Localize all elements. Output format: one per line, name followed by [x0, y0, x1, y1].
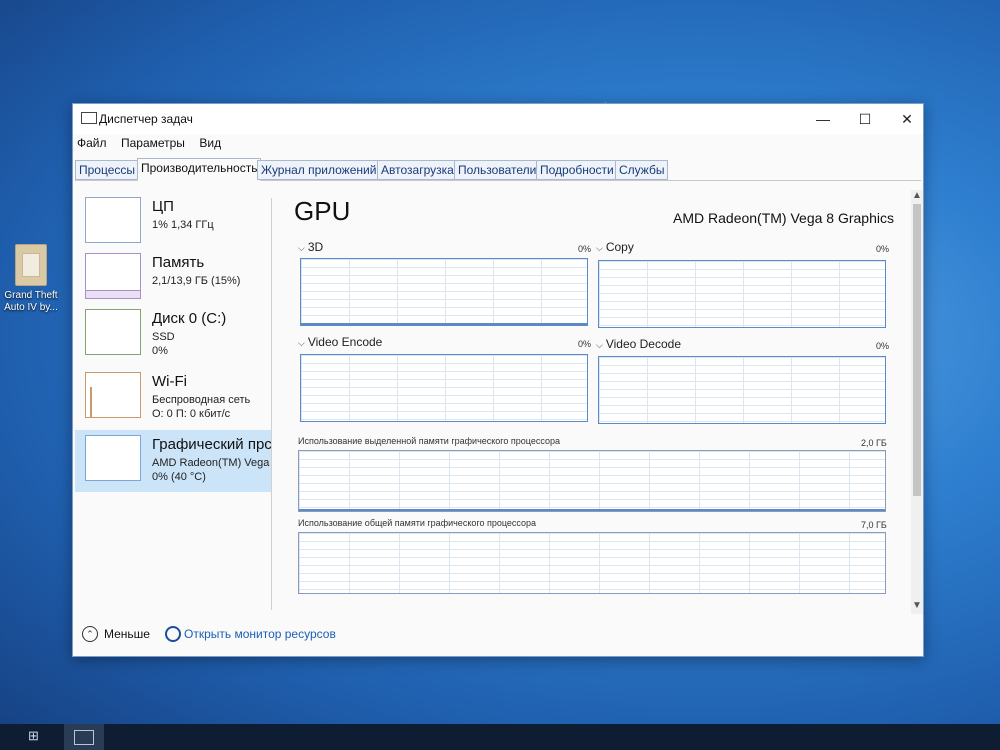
sidebar-item-detail: 1% 1,34 ГГц [152, 219, 214, 231]
chevron-down-icon: ⌵ [298, 243, 305, 253]
sidebar-item-label: Память [152, 254, 205, 271]
engine-selector-copy[interactable]: ⌵ Copy [596, 240, 634, 254]
chevron-down-icon: ⌵ [596, 340, 603, 350]
chevron-up-icon[interactable]: ⌃ [82, 626, 98, 642]
memory-mini-graph [85, 253, 141, 299]
graph-3d [300, 258, 588, 326]
sidebar-item-value: О: 0 П: 0 кбит/с [152, 408, 231, 420]
engine-value: 0% [578, 244, 592, 254]
sidebar-item-memory[interactable]: Память 2,1/13,9 ГБ (15%) [75, 248, 271, 310]
shared-memory-max: 7,0 ГБ [861, 520, 887, 530]
menu-file[interactable]: Файл [77, 134, 107, 152]
graph-video-decode [598, 356, 886, 424]
sidebar-item-value: 0% (40 °C) [152, 471, 206, 483]
graph-shared-memory [298, 532, 886, 594]
engine-label: Copy [605, 240, 634, 254]
sidebar-item-cpu[interactable]: ЦП 1% 1,34 ГГц [75, 192, 271, 254]
task-manager-window: Диспетчер задач — ☐ ✕ Файл Параметры Вид… [72, 103, 924, 657]
footer-bar: ⌃ Меньше Открыть монитор ресурсов [73, 616, 923, 654]
resource-list: ЦП 1% 1,34 ГГц Память 2,1/13,9 ГБ (15%) … [75, 192, 272, 612]
engine-label: Video Encode [307, 335, 383, 349]
sidebar-item-value: 0% [152, 345, 168, 357]
engine-selector-video-encode[interactable]: ⌵ Video Encode [298, 335, 382, 349]
engine-label: 3D [307, 240, 324, 254]
scroll-up-icon[interactable]: ▲ [912, 190, 922, 202]
tab-details[interactable]: Подробности [536, 160, 618, 180]
dedicated-memory-label: Использование выделенной памяти графичес… [298, 436, 560, 446]
task-view-icon[interactable]: ⊞ [28, 728, 39, 746]
page-title: GPU [294, 196, 351, 226]
shared-memory-label: Использование общей памяти графического … [298, 518, 537, 528]
gpu-model-name: AMD Radeon(TM) Vega 8 Graphics [673, 210, 894, 226]
scroll-down-icon[interactable]: ▼ [912, 600, 922, 612]
folder-icon [15, 244, 47, 286]
menu-view[interactable]: Вид [199, 134, 221, 152]
sidebar-item-detail: 2,1/13,9 ГБ (15%) [152, 275, 241, 287]
graph-dedicated-memory [298, 450, 886, 512]
desktop-icon-label: Grand Theft Auto IV by... [4, 290, 58, 313]
graph-baseline [299, 509, 885, 511]
sidebar-item-disk[interactable]: Диск 0 (C:) SSD 0% [75, 304, 271, 366]
sidebar-item-detail: AMD Radeon(TM) Vega [152, 457, 270, 469]
engine-selector-video-decode[interactable]: ⌵ Video Decode [596, 337, 681, 351]
engine-value: 0% [578, 339, 592, 349]
disk-mini-graph [85, 309, 141, 355]
graph-video-encode [300, 354, 588, 422]
sidebar-item-label: Диск 0 (C:) [152, 310, 227, 327]
tab-startup[interactable]: Автозагрузка [377, 160, 458, 180]
window-title: Диспетчер задач [99, 112, 193, 126]
menu-options[interactable]: Параметры [121, 134, 185, 152]
sidebar-item-label: ЦП [152, 198, 174, 215]
cpu-mini-graph [85, 197, 141, 243]
maximize-button[interactable]: ☐ [845, 108, 885, 130]
engine-value: 0% [876, 244, 890, 254]
close-button[interactable]: ✕ [887, 108, 927, 130]
tab-processes[interactable]: Процессы [75, 160, 140, 180]
gpu-mini-graph [85, 435, 141, 481]
taskbar-app-task-manager[interactable] [64, 724, 104, 750]
chevron-down-icon: ⌵ [298, 338, 305, 348]
minimize-button[interactable]: — [803, 108, 843, 130]
graph-copy [598, 260, 886, 328]
wifi-mini-graph [85, 372, 141, 418]
tab-users[interactable]: Пользователи [454, 160, 541, 180]
tab-services[interactable]: Службы [615, 160, 669, 180]
task-manager-icon [74, 730, 94, 745]
chevron-down-icon: ⌵ [596, 243, 603, 253]
sidebar-item-gpu[interactable]: Графический прс AMD Radeon(TM) Vega 0% (… [75, 430, 272, 492]
gpu-panel: GPU AMD Radeon(TM) Vega 8 Graphics ⌵ 3D 0… [288, 192, 910, 612]
sidebar-item-detail: SSD [152, 331, 175, 343]
engine-value: 0% [876, 341, 890, 351]
open-resource-monitor-link[interactable]: Открыть монитор ресурсов [184, 627, 336, 641]
title-bar[interactable]: Диспетчер задач — ☐ ✕ [73, 104, 923, 134]
menu-bar: Файл Параметры Вид [73, 134, 923, 154]
graph-baseline [301, 323, 587, 325]
resource-monitor-icon [165, 626, 181, 642]
sidebar-item-detail: Беспроводная сеть [152, 394, 251, 406]
scrollbar-thumb[interactable] [913, 204, 921, 496]
desktop-icon-gta[interactable]: Grand Theft Auto IV by... [0, 244, 62, 314]
sidebar-item-label: Графический прс [152, 436, 272, 453]
taskbar: ⊞ [0, 724, 1000, 750]
fewer-details-button[interactable]: Меньше [104, 627, 150, 641]
engine-selector-3d[interactable]: ⌵ 3D [298, 240, 323, 254]
engine-label: Video Decode [605, 337, 681, 351]
sidebar-item-label: Wi-Fi [152, 373, 187, 390]
task-manager-icon [81, 112, 97, 124]
tab-bar: Процессы Производительность Журнал прило… [75, 158, 921, 181]
sidebar-item-wifi[interactable]: Wi-Fi Беспроводная сеть О: 0 П: 0 кбит/с [75, 367, 271, 429]
vertical-scrollbar[interactable]: ▲ ▼ [911, 190, 923, 614]
dedicated-memory-max: 2,0 ГБ [861, 438, 887, 448]
tab-performance[interactable]: Производительность [137, 158, 262, 181]
pane-divider[interactable] [271, 198, 272, 610]
tab-app-history[interactable]: Журнал приложений [257, 160, 381, 180]
